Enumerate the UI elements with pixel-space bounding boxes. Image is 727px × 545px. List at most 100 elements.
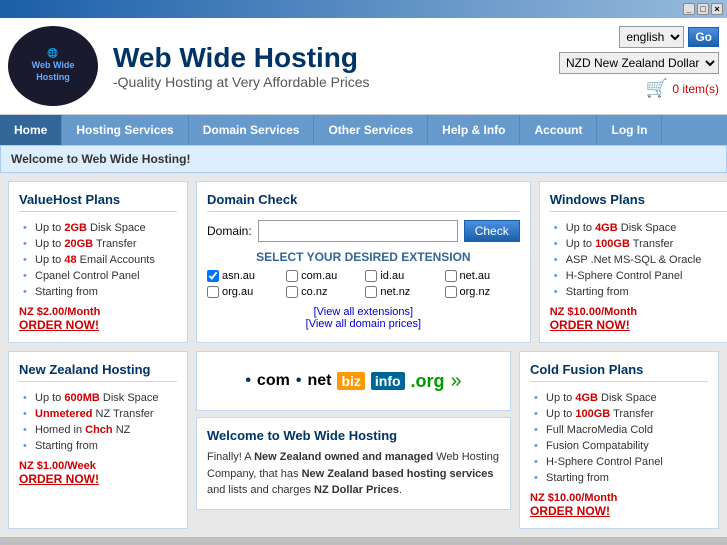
nav-item-other[interactable]: Other Services bbox=[314, 115, 428, 145]
valuehost-features: Up to 2GB Disk Space Up to 20GB Transfer… bbox=[19, 220, 177, 300]
valuehost-feature-4: Cpanel Control Panel bbox=[19, 268, 177, 284]
cart-icon: 🛒 bbox=[646, 78, 668, 99]
domain-links: [View all extensions] [View all domain p… bbox=[207, 306, 520, 330]
nav: Home Hosting Services Domain Services Ot… bbox=[0, 115, 727, 145]
ext-id-au: id.au bbox=[365, 270, 440, 282]
main-content: ValueHost Plans Up to 2GB Disk Space Up … bbox=[0, 173, 727, 537]
valuehost-feature-1: Up to 2GB Disk Space bbox=[19, 220, 177, 236]
nzhosting-feature-1: Up to 600MB Disk Space bbox=[19, 390, 177, 406]
nzhosting-feature-4: Starting from bbox=[19, 438, 177, 454]
windows-feature-1: Up to 4GB Disk Space bbox=[550, 220, 727, 236]
nzhosting-order[interactable]: ORDER NOW! bbox=[19, 472, 177, 486]
nzhosting-feature-3: Homed in Chch NZ bbox=[19, 422, 177, 438]
currency-row: NZD New Zealand Dollar bbox=[559, 52, 719, 74]
ext-co-nz: co.nz bbox=[286, 286, 361, 298]
currency-select[interactable]: NZD New Zealand Dollar bbox=[559, 52, 719, 74]
coldfusion-title: Cold Fusion Plans bbox=[530, 362, 708, 382]
row2: New Zealand Hosting Up to 600MB Disk Spa… bbox=[8, 351, 719, 529]
coldfusion-panel: Cold Fusion Plans Up to 4GB Disk Space U… bbox=[519, 351, 719, 529]
welcome-bar: Welcome to Web Wide Hosting! bbox=[0, 145, 727, 173]
go-button[interactable]: Go bbox=[688, 27, 719, 47]
valuehost-order[interactable]: ORDER NOW! bbox=[19, 318, 177, 332]
tld-org: .org bbox=[411, 371, 445, 392]
nav-item-login[interactable]: Log In bbox=[597, 115, 662, 145]
coldfusion-feature-5: H-Sphere Control Panel bbox=[530, 454, 708, 470]
domain-input[interactable] bbox=[258, 220, 458, 242]
welcome-panel-text: Finally! A New Zealand owned and managed… bbox=[207, 449, 500, 499]
tld-biz: biz bbox=[337, 372, 364, 390]
valuehost-feature-2: Up to 20GB Transfer bbox=[19, 236, 177, 252]
domaincheck-title: Domain Check bbox=[207, 192, 520, 212]
coldfusion-feature-1: Up to 4GB Disk Space bbox=[530, 390, 708, 406]
domain-input-row: Domain: Check bbox=[207, 220, 520, 242]
coldfusion-feature-6: Starting from bbox=[530, 470, 708, 486]
nav-item-home[interactable]: Home bbox=[0, 115, 62, 145]
lang-row: english Go bbox=[619, 26, 719, 48]
cart-row[interactable]: 🛒 0 item(s) bbox=[646, 78, 719, 99]
nzhosting-features: Up to 600MB Disk Space Unmetered NZ Tran… bbox=[19, 390, 177, 454]
coldfusion-features: Up to 4GB Disk Space Up to 100GB Transfe… bbox=[530, 390, 708, 486]
windows-features: Up to 4GB Disk Space Up to 100GB Transfe… bbox=[550, 220, 727, 300]
domain-label: Domain: bbox=[207, 224, 252, 238]
logo-text: 🌐 Web Wide Hosting bbox=[32, 48, 75, 83]
nav-item-domain[interactable]: Domain Services bbox=[189, 115, 315, 145]
coldfusion-feature-4: Fusion Compatability bbox=[530, 438, 708, 454]
tld-net: net bbox=[307, 372, 331, 390]
tld-dot-2: • bbox=[296, 372, 302, 390]
close-button[interactable]: × bbox=[711, 3, 723, 15]
maximize-button[interactable]: □ bbox=[697, 3, 709, 15]
view-extensions-link[interactable]: [View all extensions] bbox=[314, 306, 413, 318]
nav-item-account[interactable]: Account bbox=[520, 115, 597, 145]
windows-panel: Windows Plans Up to 4GB Disk Space Up to… bbox=[539, 181, 727, 343]
domaincheck-panel: Domain Check Domain: Check SELECT YOUR D… bbox=[196, 181, 531, 343]
view-prices-link[interactable]: [View all domain prices] bbox=[306, 318, 421, 330]
header-controls: english Go NZD New Zealand Dollar 🛒 0 it… bbox=[559, 26, 719, 99]
welcome-panel: Welcome to Web Wide Hosting Finally! A N… bbox=[196, 417, 511, 510]
coldfusion-feature-3: Full MacroMedia Cold bbox=[530, 422, 708, 438]
tld-banner: • com • net biz info .org » bbox=[196, 351, 511, 411]
titlebar: _ □ × bbox=[0, 0, 727, 18]
coldfusion-order[interactable]: ORDER NOW! bbox=[530, 504, 708, 518]
windows-order[interactable]: ORDER NOW! bbox=[550, 318, 727, 332]
ext-org-au: org.au bbox=[207, 286, 282, 298]
nav-item-help[interactable]: Help & Info bbox=[428, 115, 520, 145]
windows-feature-3: ASP .Net MS-SQL & Oracle bbox=[550, 252, 727, 268]
extension-grid: asn.au com.au id.au net.au org.au co.nz … bbox=[207, 270, 520, 298]
tld-arrow: » bbox=[451, 370, 462, 393]
windows-feature-2: Up to 100GB Transfer bbox=[550, 236, 727, 252]
windows-price: NZ $10.00/Month bbox=[550, 306, 727, 318]
windows-feature-4: H-Sphere Control Panel bbox=[550, 268, 727, 284]
row1: ValueHost Plans Up to 2GB Disk Space Up … bbox=[8, 181, 719, 343]
coldfusion-feature-2: Up to 100GB Transfer bbox=[530, 406, 708, 422]
tld-dot-1: • bbox=[245, 372, 251, 390]
nzhosting-feature-2: Unmetered NZ Transfer bbox=[19, 406, 177, 422]
ext-com-au: com.au bbox=[286, 270, 361, 282]
tld-com: com bbox=[257, 372, 290, 390]
select-extension-text: SELECT YOUR DESIRED EXTENSION bbox=[207, 250, 520, 264]
language-select[interactable]: english bbox=[619, 26, 684, 48]
windows-title: Windows Plans bbox=[550, 192, 727, 212]
windows-feature-5: Starting from bbox=[550, 284, 727, 300]
cart-count: 0 item(s) bbox=[672, 82, 719, 96]
valuehost-panel: ValueHost Plans Up to 2GB Disk Space Up … bbox=[8, 181, 188, 343]
nzhosting-panel: New Zealand Hosting Up to 600MB Disk Spa… bbox=[8, 351, 188, 529]
header: 🌐 Web Wide Hosting Web Wide Hosting -Qua… bbox=[0, 18, 727, 115]
valuehost-feature-3: Up to 48 Email Accounts bbox=[19, 252, 177, 268]
ext-asn-au: asn.au bbox=[207, 270, 282, 282]
minimize-button[interactable]: _ bbox=[683, 3, 695, 15]
ext-net-nz: net.nz bbox=[365, 286, 440, 298]
middle-bottom: • com • net biz info .org » Welcome to W… bbox=[196, 351, 511, 529]
valuehost-feature-5: Starting from bbox=[19, 284, 177, 300]
tld-info: info bbox=[371, 372, 405, 390]
check-button[interactable]: Check bbox=[464, 220, 520, 242]
valuehost-title: ValueHost Plans bbox=[19, 192, 177, 212]
ext-net-au: net.au bbox=[445, 270, 520, 282]
ext-org-nz: org.nz bbox=[445, 286, 520, 298]
logo: 🌐 Web Wide Hosting bbox=[8, 26, 98, 106]
nav-item-hosting[interactable]: Hosting Services bbox=[62, 115, 188, 145]
coldfusion-price: NZ $10.00/Month bbox=[530, 492, 708, 504]
valuehost-price: NZ $2.00/Month bbox=[19, 306, 177, 318]
nzhosting-title: New Zealand Hosting bbox=[19, 362, 177, 382]
welcome-panel-title: Welcome to Web Wide Hosting bbox=[207, 428, 500, 443]
nzhosting-price: NZ $1.00/Week bbox=[19, 460, 177, 472]
